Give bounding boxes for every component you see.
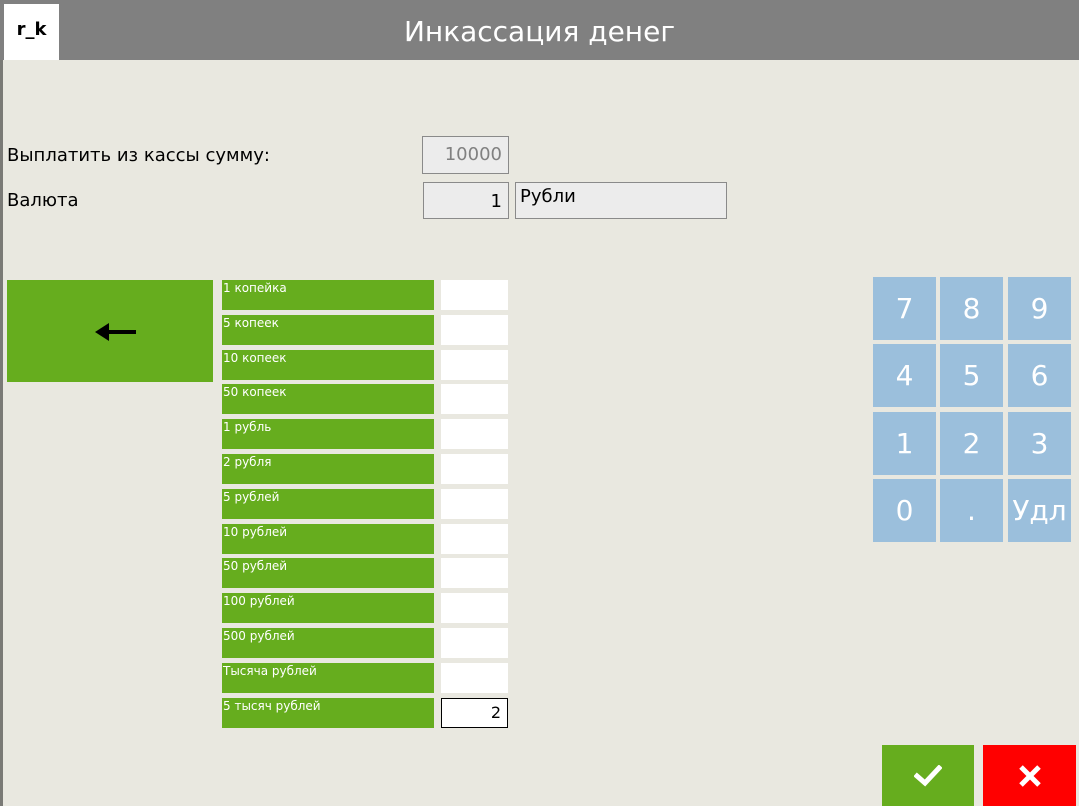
title-bar: Инкассация денег r_k: [0, 0, 1079, 60]
keypad-key-7[interactable]: 7: [873, 277, 936, 340]
denomination-label[interactable]: 10 рублей: [222, 524, 434, 554]
keypad-key-delete[interactable]: Удл: [1008, 479, 1071, 542]
keypad-key-0[interactable]: 0: [873, 479, 936, 542]
denomination-label[interactable]: 500 рублей: [222, 628, 434, 658]
cancel-button[interactable]: [983, 745, 1076, 806]
keypad-key-5[interactable]: 5: [940, 344, 1003, 407]
currency-code-field[interactable]: 1: [423, 182, 509, 219]
denomination-count-input[interactable]: [441, 663, 508, 693]
keypad-key-1[interactable]: 1: [873, 412, 936, 475]
denomination-label[interactable]: 2 рубля: [222, 454, 434, 484]
denomination-label[interactable]: 1 рубль: [222, 419, 434, 449]
denomination-label[interactable]: Тысяча рублей: [222, 663, 434, 693]
denomination-count-input[interactable]: [441, 315, 508, 345]
close-icon: [1018, 764, 1041, 787]
ok-button[interactable]: [882, 745, 974, 806]
keypad-key-9[interactable]: 9: [1008, 277, 1071, 340]
keypad-key-4[interactable]: 4: [873, 344, 936, 407]
keypad-key-decimal[interactable]: .: [940, 479, 1003, 542]
denomination-count-input[interactable]: [441, 384, 508, 414]
denomination-count-input[interactable]: [441, 593, 508, 623]
window-left-border: [0, 60, 3, 806]
keypad-key-2[interactable]: 2: [940, 412, 1003, 475]
arrow-left-icon: [95, 323, 136, 341]
denomination-count-input[interactable]: [441, 454, 508, 484]
denomination-label[interactable]: 5 тысяч рублей: [222, 698, 434, 728]
checkmark-icon: [914, 764, 942, 786]
denomination-label[interactable]: 50 копеек: [222, 384, 434, 414]
denomination-count-input[interactable]: [441, 558, 508, 588]
denomination-count-input[interactable]: [441, 628, 508, 658]
currency-name-field: Рубли: [515, 182, 727, 219]
denomination-label[interactable]: 5 копеек: [222, 315, 434, 345]
denomination-count-input[interactable]: [441, 489, 508, 519]
denomination-count-input[interactable]: [441, 350, 508, 380]
back-button[interactable]: [7, 280, 213, 382]
amount-label: Выплатить из кассы сумму:: [7, 145, 270, 166]
keypad-key-8[interactable]: 8: [940, 277, 1003, 340]
denomination-count-input[interactable]: [441, 280, 508, 310]
amount-field[interactable]: 10000: [422, 136, 509, 174]
denomination-label[interactable]: 10 копеек: [222, 350, 434, 380]
currency-label: Валюта: [7, 190, 79, 211]
denomination-label[interactable]: 1 копейка: [222, 280, 434, 310]
denomination-count-input[interactable]: 2: [441, 698, 508, 728]
keypad-key-6[interactable]: 6: [1008, 344, 1071, 407]
denomination-count-input[interactable]: [441, 419, 508, 449]
denomination-label[interactable]: 5 рублей: [222, 489, 434, 519]
page-title: Инкассация денег: [403, 15, 676, 48]
denomination-count-input[interactable]: [441, 524, 508, 554]
denomination-label[interactable]: 100 рублей: [222, 593, 434, 623]
denomination-label[interactable]: 50 рублей: [222, 558, 434, 588]
keypad-key-3[interactable]: 3: [1008, 412, 1071, 475]
app-logo: r_k: [4, 4, 59, 60]
